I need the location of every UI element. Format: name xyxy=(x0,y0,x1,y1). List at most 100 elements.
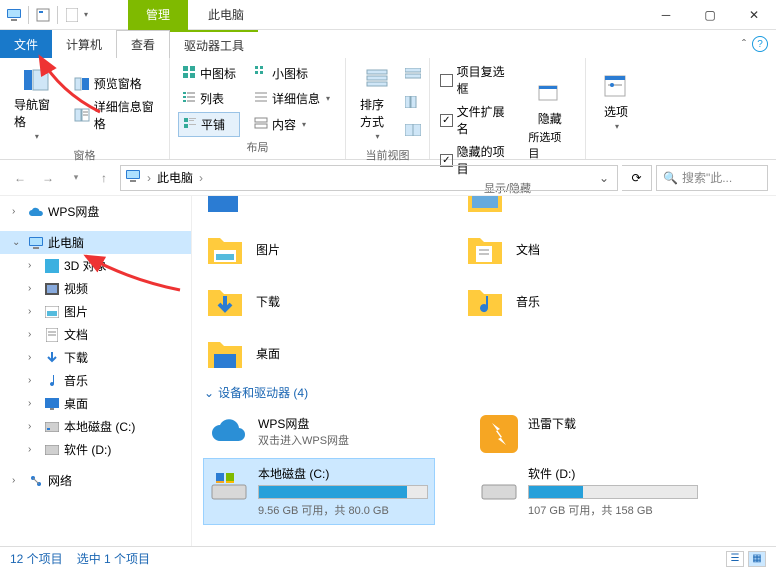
address-bar: ← → ▾ ↑ › 此电脑 › ⌄ ⟳ 🔍 搜索"此... xyxy=(0,160,776,196)
nav-recent-dropdown[interactable]: ▾ xyxy=(64,166,88,190)
desktop-icon xyxy=(44,396,60,412)
tree-desktop[interactable]: ›桌面 xyxy=(0,392,191,415)
tab-file[interactable]: 文件 xyxy=(0,30,52,58)
folder-documents[interactable]: 文档 xyxy=(464,228,664,270)
medium-icons-icon xyxy=(182,65,196,82)
folder-music[interactable]: 音乐 xyxy=(464,280,664,322)
music-icon xyxy=(44,373,60,389)
view-details-toggle[interactable]: ☰ xyxy=(726,551,744,567)
pc-icon[interactable] xyxy=(6,7,22,23)
layout-details[interactable]: 详细信息▾ xyxy=(250,87,334,110)
layout-small-icons[interactable]: 小图标 xyxy=(250,62,334,85)
tree-videos[interactable]: ›视频 xyxy=(0,277,191,300)
search-placeholder: 搜索"此... xyxy=(682,169,732,186)
ribbon-group-layout-label: 布局 xyxy=(178,137,337,157)
drive-wps[interactable]: WPS网盘 双击进入WPS网盘 xyxy=(204,409,434,459)
folder-item[interactable] xyxy=(464,196,664,218)
ribbon-tabs: 文件 计算机 查看 驱动器工具 ˆ ? xyxy=(0,30,776,58)
details-pane-button[interactable]: 详细信息窗格 xyxy=(70,96,161,134)
address-field[interactable]: › 此电脑 › ⌄ xyxy=(120,165,618,191)
qat-dropdown[interactable]: ▾ xyxy=(84,10,88,19)
options-button[interactable]: 选项 ▾ xyxy=(596,62,636,141)
drive-c[interactable]: 本地磁盘 (C:) 9.56 GB 可用，共 80.0 GB xyxy=(204,459,434,524)
folder-item[interactable] xyxy=(204,196,404,218)
layout-medium-icons[interactable]: 中图标 xyxy=(178,62,240,85)
usage-bar xyxy=(258,485,428,499)
tree-music[interactable]: ›音乐 xyxy=(0,369,191,392)
hide-selected-button[interactable]: 隐藏 所选项目 xyxy=(522,62,577,178)
drive-d[interactable]: 软件 (D:) 107 GB 可用，共 158 GB xyxy=(474,459,704,524)
options-icon xyxy=(602,73,630,101)
address-pc-icon xyxy=(125,168,141,187)
nav-forward-button[interactable]: → xyxy=(36,166,60,190)
close-button[interactable]: ✕ xyxy=(732,0,776,30)
folder-pictures[interactable]: 图片 xyxy=(204,228,404,270)
layout-list[interactable]: 列表 xyxy=(178,87,240,110)
ribbon-group-currentview: 排序方式 ▾ 当前视图 xyxy=(346,58,430,159)
help-icon[interactable]: ? xyxy=(752,36,768,52)
ribbon-collapse-icon[interactable]: ˆ xyxy=(742,37,746,51)
xunlei-icon xyxy=(480,415,518,453)
tab-computer[interactable]: 计算机 xyxy=(52,30,116,58)
layout-content[interactable]: 内容▾ xyxy=(250,112,334,137)
drive-xunlei[interactable]: 迅雷下载 xyxy=(474,409,704,459)
tab-view[interactable]: 查看 xyxy=(116,30,170,58)
checkbox-item-checkboxes[interactable]: 项目复选框 xyxy=(438,62,516,98)
chevron-down-icon[interactable]: ⌄ xyxy=(12,237,24,248)
group-by-icon[interactable] xyxy=(405,68,421,83)
properties-icon[interactable] xyxy=(35,7,51,23)
titlebar: ▾ 管理 此电脑 ─ ▢ ✕ xyxy=(0,0,776,30)
chevron-right-icon[interactable]: › xyxy=(12,206,24,217)
section-devices[interactable]: ⌄ 设备和驱动器 (4) xyxy=(204,384,764,401)
pictures-icon xyxy=(44,304,60,320)
contextual-tab-group: 管理 xyxy=(128,0,188,30)
window-title: 此电脑 xyxy=(208,6,244,23)
preview-pane-button[interactable]: 预览窗格 xyxy=(70,73,161,94)
usage-bar xyxy=(528,485,698,499)
main-area: › WPS网盘 ⌄ 此电脑 ›3D 对象 ›视频 ›图片 ›文档 ›下载 ›音乐… xyxy=(0,196,776,546)
tab-drive-tools[interactable]: 驱动器工具 xyxy=(170,30,258,58)
size-columns-icon[interactable] xyxy=(405,124,421,139)
sort-button[interactable]: 排序方式 ▾ xyxy=(354,62,399,145)
folder-downloads[interactable]: 下载 xyxy=(204,280,404,322)
tree-3d[interactable]: ›3D 对象 xyxy=(0,254,191,277)
view-icons-toggle[interactable]: ▦ xyxy=(748,551,766,567)
drive-icon xyxy=(480,465,518,503)
ribbon: 导航窗格 ▾ 预览窗格 详细信息窗格 窗格 中图标 小图标 列表 xyxy=(0,58,776,160)
tree-documents[interactable]: ›文档 xyxy=(0,323,191,346)
folder-desktop[interactable]: 桌面 xyxy=(204,332,404,374)
add-columns-icon[interactable] xyxy=(405,96,421,111)
nav-back-button[interactable]: ← xyxy=(8,166,32,190)
ribbon-group-currentview-label: 当前视图 xyxy=(354,145,421,165)
network-icon xyxy=(28,473,44,489)
tree-wps[interactable]: › WPS网盘 xyxy=(0,200,191,223)
nav-tree: › WPS网盘 ⌄ 此电脑 ›3D 对象 ›视频 ›图片 ›文档 ›下载 ›音乐… xyxy=(0,196,192,546)
content-icon xyxy=(254,116,268,133)
window-controls: ─ ▢ ✕ xyxy=(644,0,776,30)
small-icons-icon xyxy=(254,65,268,82)
checkbox-file-ext[interactable]: ✓文件扩展名 xyxy=(438,102,516,138)
tree-drive-d[interactable]: ›软件 (D:) xyxy=(0,438,191,461)
address-dropdown[interactable]: ⌄ xyxy=(595,171,613,185)
drive-icon xyxy=(44,419,60,435)
refresh-button[interactable]: ⟳ xyxy=(622,165,652,191)
hide-icon xyxy=(536,80,564,108)
maximize-button[interactable]: ▢ xyxy=(688,0,732,30)
tree-network[interactable]: ›网络 xyxy=(0,469,191,492)
nav-pane-button[interactable]: 导航窗格 ▾ xyxy=(8,62,64,145)
doc-icon[interactable] xyxy=(64,7,80,23)
search-input[interactable]: 🔍 搜索"此... xyxy=(656,165,768,191)
search-icon: 🔍 xyxy=(663,171,678,185)
nav-up-button[interactable]: ↑ xyxy=(92,166,116,190)
minimize-button[interactable]: ─ xyxy=(644,0,688,30)
downloads-icon xyxy=(44,350,60,366)
nav-pane-icon xyxy=(22,66,50,94)
status-item-count: 12 个项目 xyxy=(10,550,63,567)
tree-drive-c[interactable]: ›本地磁盘 (C:) xyxy=(0,415,191,438)
tree-pictures[interactable]: ›图片 xyxy=(0,300,191,323)
layout-tiles[interactable]: 平铺 xyxy=(178,112,240,137)
tree-downloads[interactable]: ›下载 xyxy=(0,346,191,369)
breadcrumb-thispc[interactable]: 此电脑 xyxy=(157,169,193,186)
ribbon-group-showhide: 项目复选框 ✓文件扩展名 ✓隐藏的项目 隐藏 所选项目 显示/隐藏 xyxy=(430,58,586,159)
tree-thispc[interactable]: ⌄ 此电脑 xyxy=(0,231,191,254)
